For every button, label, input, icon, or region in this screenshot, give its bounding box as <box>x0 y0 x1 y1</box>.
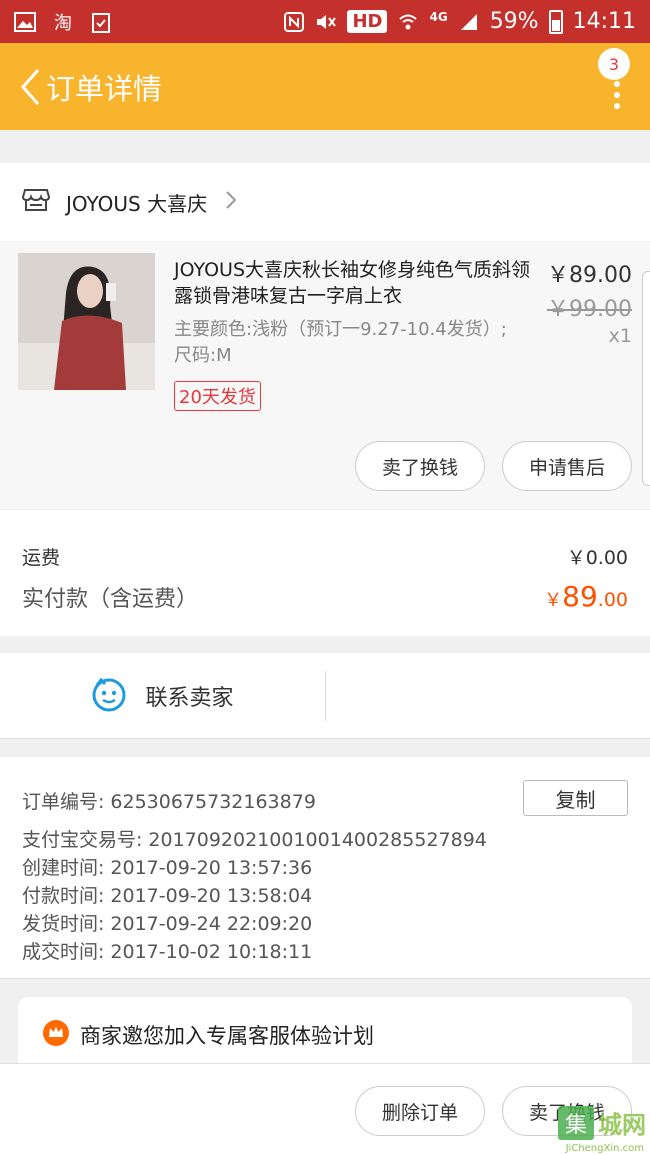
page-title: 订单详情 <box>46 71 163 106</box>
created-label: 创建时间: <box>22 857 105 879</box>
nfc-icon <box>283 11 305 33</box>
paid-row: 实付款（含运费） ￥89.00 <box>22 580 628 613</box>
product-title[interactable]: JOYOUS大喜庆秋长袖女修身纯色气质斜领露锁骨港味复古一字肩上衣 <box>174 257 534 309</box>
paid-currency: ￥ <box>544 590 563 611</box>
completed-row: 成交时间: 2017-10-02 10:18:11 <box>22 937 312 964</box>
status-bar: 淘 HD 4G 59% 14:11 <box>0 0 650 43</box>
product-quantity: x1 <box>608 325 632 347</box>
status-left-icons: 淘 <box>14 11 112 34</box>
product-image[interactable] <box>18 253 155 390</box>
paid-label: 实付款（含运费） <box>22 587 199 612</box>
chat-face-icon <box>91 676 127 716</box>
promo-content: 商家邀您加入专属客服体验计划 <box>42 1019 374 1051</box>
freight-row: 运费 ￥0.00 <box>22 543 628 570</box>
shop-name: JOYOUS 大喜庆 <box>66 191 208 216</box>
paid-time-row: 付款时间: 2017-09-20 13:58:04 <box>22 881 312 908</box>
watermark-logo: 集 <box>558 1105 594 1140</box>
order-number: 62530675732163879 <box>110 791 316 813</box>
order-number-label: 订单编号: <box>22 791 105 813</box>
order-info: 订单编号: 62530675732163879 复制 支付宝交易号: 2017092… <box>0 757 650 979</box>
mute-icon <box>315 11 337 33</box>
shipped-time: 2017-09-24 22:09:20 <box>110 913 313 935</box>
totals-section: 运费 ￥0.00 实付款（含运费） ￥89.00 <box>0 510 650 636</box>
paid-cents: .00 <box>597 589 628 611</box>
notification-badge: 3 <box>598 48 630 80</box>
copy-button[interactable]: 复制 <box>523 780 628 816</box>
taobao-icon: 淘 <box>54 12 72 34</box>
shipped-label: 发货时间: <box>22 913 105 935</box>
crown-icon <box>42 1019 70 1051</box>
chevron-right-icon <box>225 190 237 214</box>
image-icon <box>14 11 36 33</box>
watermark-text: 城网 <box>598 1111 646 1139</box>
completed-label: 成交时间: <box>22 941 105 963</box>
wifi-icon <box>397 11 419 33</box>
clock: 14:11 <box>572 9 636 34</box>
created-time: 2017-09-20 13:57:36 <box>110 857 313 879</box>
paid-time-label: 付款时间: <box>22 885 105 907</box>
promo-text: 商家邀您加入专属客服体验计划 <box>80 1024 374 1048</box>
status-right-icons: HD 4G 59% 14:11 <box>283 9 636 34</box>
product-sku: 主要颜色:浅粉（预订一9.27-10.4发货）;尺码:M <box>174 319 507 366</box>
alipay-label: 支付宝交易号: <box>22 829 143 851</box>
title-bar: 订单详情 3 <box>0 43 650 130</box>
signal-icon <box>458 11 480 33</box>
side-drawer-handle[interactable] <box>642 271 650 486</box>
clipboard-icon <box>90 11 112 33</box>
freight-value: ￥0.00 <box>566 547 628 569</box>
store-icon <box>21 188 51 216</box>
watermark: 集 城网 <box>558 1105 646 1140</box>
hd-badge: HD <box>347 10 388 33</box>
paid-integer: 89 <box>562 580 598 613</box>
network-type: 4G <box>429 9 448 24</box>
bottom-action-bar: 删除订单 卖了换钱 <box>0 1063 650 1155</box>
after-sale-button[interactable]: 申请售后 <box>502 441 632 491</box>
paid-time: 2017-09-20 13:58:04 <box>110 885 313 907</box>
more-icon <box>614 81 620 109</box>
watermark-url: JiChengXin.com <box>565 1143 644 1154</box>
created-row: 创建时间: 2017-09-20 13:57:36 <box>22 853 312 880</box>
shipped-row: 发货时间: 2017-09-24 22:09:20 <box>22 909 312 936</box>
order-item[interactable]: JOYOUS大喜庆秋长袖女修身纯色气质斜领露锁骨港味复古一字肩上衣 主要颜色:浅… <box>0 241 650 509</box>
original-price: ￥99.00 <box>547 297 632 322</box>
completed-time: 2017-10-02 10:18:11 <box>110 941 313 963</box>
shipping-tag: 20天发货 <box>174 381 261 411</box>
battery-percent: 59% <box>489 9 539 34</box>
alipay-row: 支付宝交易号: 2017092021001001400285527894 <box>22 825 487 852</box>
shop-header[interactable]: JOYOUS 大喜庆 <box>0 163 650 241</box>
product-price: ￥89.00 <box>547 263 632 288</box>
alipay-number: 2017092021001001400285527894 <box>148 829 487 851</box>
order-number-row: 订单编号: 62530675732163879 <box>22 787 316 814</box>
contact-seller-button[interactable]: 联系卖家 <box>0 653 325 739</box>
vertical-divider <box>325 671 326 721</box>
contact-seller-label: 联系卖家 <box>145 686 234 711</box>
more-button[interactable]: 3 <box>592 43 632 130</box>
delete-order-button[interactable]: 删除订单 <box>355 1086 485 1136</box>
contact-section: 联系卖家 <box>0 653 650 739</box>
freight-label: 运费 <box>22 547 61 569</box>
battery-icon <box>548 9 563 34</box>
sell-button[interactable]: 卖了换钱 <box>355 441 485 491</box>
paid-amount: ￥89.00 <box>544 580 628 613</box>
